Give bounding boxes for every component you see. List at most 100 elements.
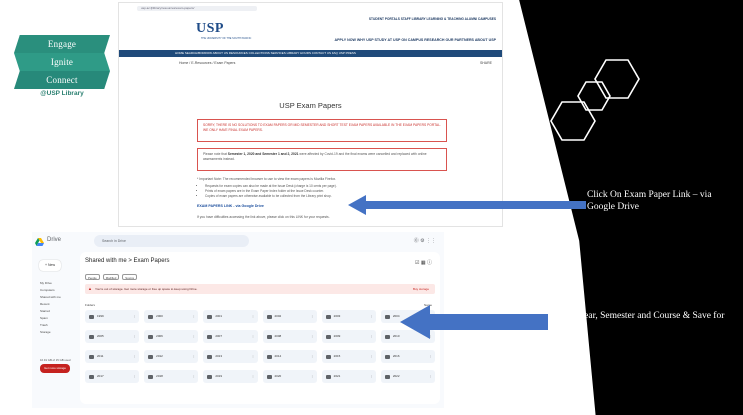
more-options-icon[interactable]: ⋮	[429, 350, 432, 363]
folder-icon	[89, 374, 94, 379]
chip-people[interactable]: People	[85, 274, 100, 280]
folder-item[interactable]: 2020 ⋮	[262, 370, 317, 383]
more-options-icon[interactable]: ⋮	[133, 330, 136, 343]
more-options-icon[interactable]: ⋮	[311, 350, 314, 363]
more-options-icon[interactable]: ⋮	[370, 350, 373, 363]
folder-item[interactable]: 2011 ⋮	[85, 350, 140, 363]
google-drive-screenshot: Drive Search in Drive ⓪ ⚙ ⋮⋮ + New My Dr…	[32, 232, 444, 408]
folder-item[interactable]: 2013 ⋮	[203, 350, 258, 363]
more-options-icon[interactable]: ⋮	[133, 350, 136, 363]
sidebar-item-shared[interactable]: Shared with me	[40, 294, 61, 301]
folder-name: 2020	[274, 374, 282, 378]
more-options-icon[interactable]: ⋮	[311, 370, 314, 383]
view-toggle-icons[interactable]: ☑ ▦ ⓘ	[415, 259, 432, 266]
folder-name: 2002	[274, 314, 282, 318]
folder-name: 2018	[156, 374, 163, 378]
folder-name: 2004	[392, 314, 400, 318]
more-options-icon[interactable]: ⋮	[192, 350, 195, 363]
url-bar[interactable]: usp.ac.fj/library/resources/exam-papers/	[137, 6, 257, 11]
exam-papers-link[interactable]: EXAM PAPERS LINK - via Google Drive	[197, 204, 264, 208]
folder-item[interactable]: 2016 ⋮	[380, 350, 435, 363]
callout-select-year: Select Year, Semester and Course & Save …	[553, 311, 725, 333]
folder-item[interactable]: 2000 ⋮	[144, 310, 199, 323]
chip-source[interactable]: Source	[122, 274, 138, 280]
sidebar-item-recent[interactable]: Recent	[40, 301, 61, 308]
more-options-icon[interactable]: ⋮	[133, 370, 136, 383]
more-options-icon[interactable]: ⋮	[192, 310, 195, 323]
arrow-to-folders	[400, 305, 548, 339]
more-options-icon[interactable]: ⋮	[311, 310, 314, 323]
usp-logo[interactable]: USP	[196, 21, 224, 37]
buy-storage-link[interactable]: Buy storage	[413, 284, 429, 294]
more-options-icon[interactable]: ⋮	[192, 330, 195, 343]
folder-item[interactable]: 2017 ⋮	[85, 370, 140, 383]
main-menu[interactable]: APPLY NOW WHY USP STUDY AT USP ON CAMPUS…	[335, 38, 496, 42]
folder-name: 2007	[215, 334, 223, 338]
folder-icon	[266, 374, 272, 379]
folder-name: 2000	[156, 314, 163, 318]
folder-item[interactable]: 2008 ⋮	[262, 330, 317, 343]
folder-icon	[148, 374, 154, 379]
folder-item[interactable]: 2022 ⋮	[380, 370, 435, 383]
folder-icon	[325, 334, 331, 339]
more-options-icon[interactable]: ⋮	[133, 310, 136, 323]
folder-item[interactable]: 1999 ⋮	[85, 310, 140, 323]
sidebar-item-spam[interactable]: Spam	[40, 315, 61, 322]
filter-chips: People Modified Source	[85, 274, 138, 280]
breadcrumb[interactable]: Home / E-Resources / Exam Papers	[179, 61, 235, 65]
folder-item[interactable]: 2015 ⋮	[321, 350, 376, 363]
folder-icon	[89, 354, 94, 359]
sidebar-item-starred[interactable]: Starred	[40, 308, 61, 315]
more-options-icon[interactable]: ⋮	[252, 310, 255, 323]
folder-icon	[148, 354, 154, 359]
more-options-icon[interactable]: ⋮	[370, 310, 373, 323]
ribbon-connect: Connect	[14, 71, 110, 89]
more-options-icon[interactable]: ⋮	[252, 350, 255, 363]
sidebar-item-storage[interactable]: Storage	[40, 329, 61, 336]
folder-item[interactable]: 2019 ⋮	[203, 370, 258, 383]
drive-search-input[interactable]: Search in Drive	[94, 235, 249, 247]
more-options-icon[interactable]: ⋮	[252, 330, 255, 343]
folder-item[interactable]: 2021 ⋮	[321, 370, 376, 383]
folder-icon	[207, 354, 213, 359]
folder-icon	[266, 314, 272, 319]
folder-name: 2021	[333, 374, 341, 378]
page-title: USP Exam Papers	[279, 101, 342, 110]
drive-top-icons[interactable]: ⓪ ⚙ ⋮⋮	[414, 237, 436, 244]
drive-breadcrumb[interactable]: Shared with me > Exam Papers	[85, 258, 170, 264]
difficulty-note: If you have difficulties accessing the l…	[197, 215, 330, 219]
folder-name: 2010	[392, 334, 400, 338]
folder-item[interactable]: 2006 ⋮	[144, 330, 199, 343]
sidebar-item-my-drive[interactable]: My Drive	[40, 280, 61, 287]
more-options-icon[interactable]: ⋮	[311, 330, 314, 343]
folder-item[interactable]: 2002 ⋮	[262, 310, 317, 323]
more-options-icon[interactable]: ⋮	[370, 330, 373, 343]
top-links[interactable]: STUDENT PORTALS STAFF LIBRARY LEARNING &…	[369, 17, 496, 21]
folder-item[interactable]: 2003 ⋮	[321, 310, 376, 323]
new-button[interactable]: + New	[39, 260, 61, 271]
sidebar-item-computers[interactable]: Computers	[40, 287, 61, 294]
usp-logo-subtitle: THE UNIVERSITY OF THE SOUTH PACIFIC	[201, 37, 252, 40]
folder-item[interactable]: 2007 ⋮	[203, 330, 258, 343]
folder-item[interactable]: 2018 ⋮	[144, 370, 199, 383]
callout-click-link: Click On Exam Paper Link – via Google Dr…	[587, 190, 712, 212]
folder-item[interactable]: 2012 ⋮	[144, 350, 199, 363]
sidebar-item-trash[interactable]: Trash	[40, 322, 61, 329]
folder-item[interactable]: 2001 ⋮	[203, 310, 258, 323]
library-nav-strip[interactable]: HOME SEARCH/BORROW ABOUT US RESOURCES CO…	[119, 50, 502, 57]
folder-item[interactable]: 2009 ⋮	[321, 330, 376, 343]
ribbon-ignite: Ignite	[14, 53, 110, 71]
more-options-icon[interactable]: ⋮	[429, 370, 432, 383]
folder-icon	[384, 354, 390, 359]
more-options-icon[interactable]: ⋮	[370, 370, 373, 383]
more-options-icon[interactable]: ⋮	[192, 370, 195, 383]
folder-icon	[384, 374, 390, 379]
folder-item[interactable]: 2014 ⋮	[262, 350, 317, 363]
folder-item[interactable]: 2005 ⋮	[85, 330, 140, 343]
browser-note: * Important Note: The recommended browse…	[197, 177, 337, 181]
folder-icon	[325, 314, 331, 319]
more-options-icon[interactable]: ⋮	[252, 370, 255, 383]
share-button[interactable]: SHARE	[480, 61, 492, 65]
get-storage-button[interactable]: Get more storage	[40, 364, 70, 373]
chip-modified[interactable]: Modified	[102, 274, 120, 280]
